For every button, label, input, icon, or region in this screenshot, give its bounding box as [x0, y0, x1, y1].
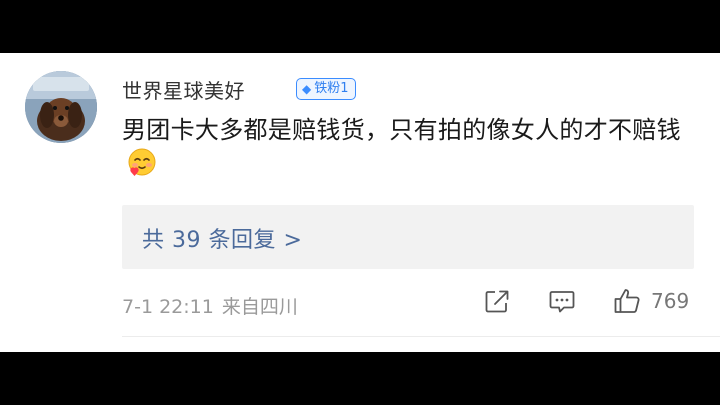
divider: [122, 336, 720, 337]
like-button[interactable]: 769: [612, 286, 689, 316]
view-replies-link[interactable]: 共 39 条回复 >: [142, 222, 302, 254]
comment-time: 7-1 22:11: [122, 296, 214, 318]
top-letterbox: [0, 0, 720, 53]
share-icon: [485, 290, 509, 313]
comment-card: 世界星球美好 ◆ 铁粉1 男团卡大多都是赔钱货，只有拍的像女人的才不赔钱 共 3…: [0, 53, 720, 352]
diamond-icon: ◆: [302, 82, 312, 96]
reply-button[interactable]: [547, 286, 577, 316]
replies-box[interactable]: 共 39 条回复 >: [122, 205, 694, 269]
thumbs-up-icon: [614, 289, 640, 313]
dachshund-avatar-image: [25, 71, 97, 143]
fan-badge[interactable]: ◆ 铁粉1: [296, 78, 356, 100]
comment-icon: [549, 291, 575, 313]
username[interactable]: 世界星球美好: [122, 75, 245, 104]
bottom-letterbox: [0, 352, 720, 405]
avatar[interactable]: [25, 71, 97, 143]
comment-text: 男团卡大多都是赔钱货，只有拍的像女人的才不赔钱: [122, 116, 681, 144]
hugging-face-emoji: [128, 148, 156, 176]
badge-label: 铁粉1: [314, 81, 349, 96]
like-count: 769: [651, 289, 690, 313]
share-button[interactable]: [482, 286, 512, 316]
comment-location: 来自四川: [221, 296, 298, 318]
comment-meta: 7-1 22:11 来自四川: [122, 292, 298, 319]
comment-body: 男团卡大多都是赔钱货，只有拍的像女人的才不赔钱: [122, 113, 692, 182]
